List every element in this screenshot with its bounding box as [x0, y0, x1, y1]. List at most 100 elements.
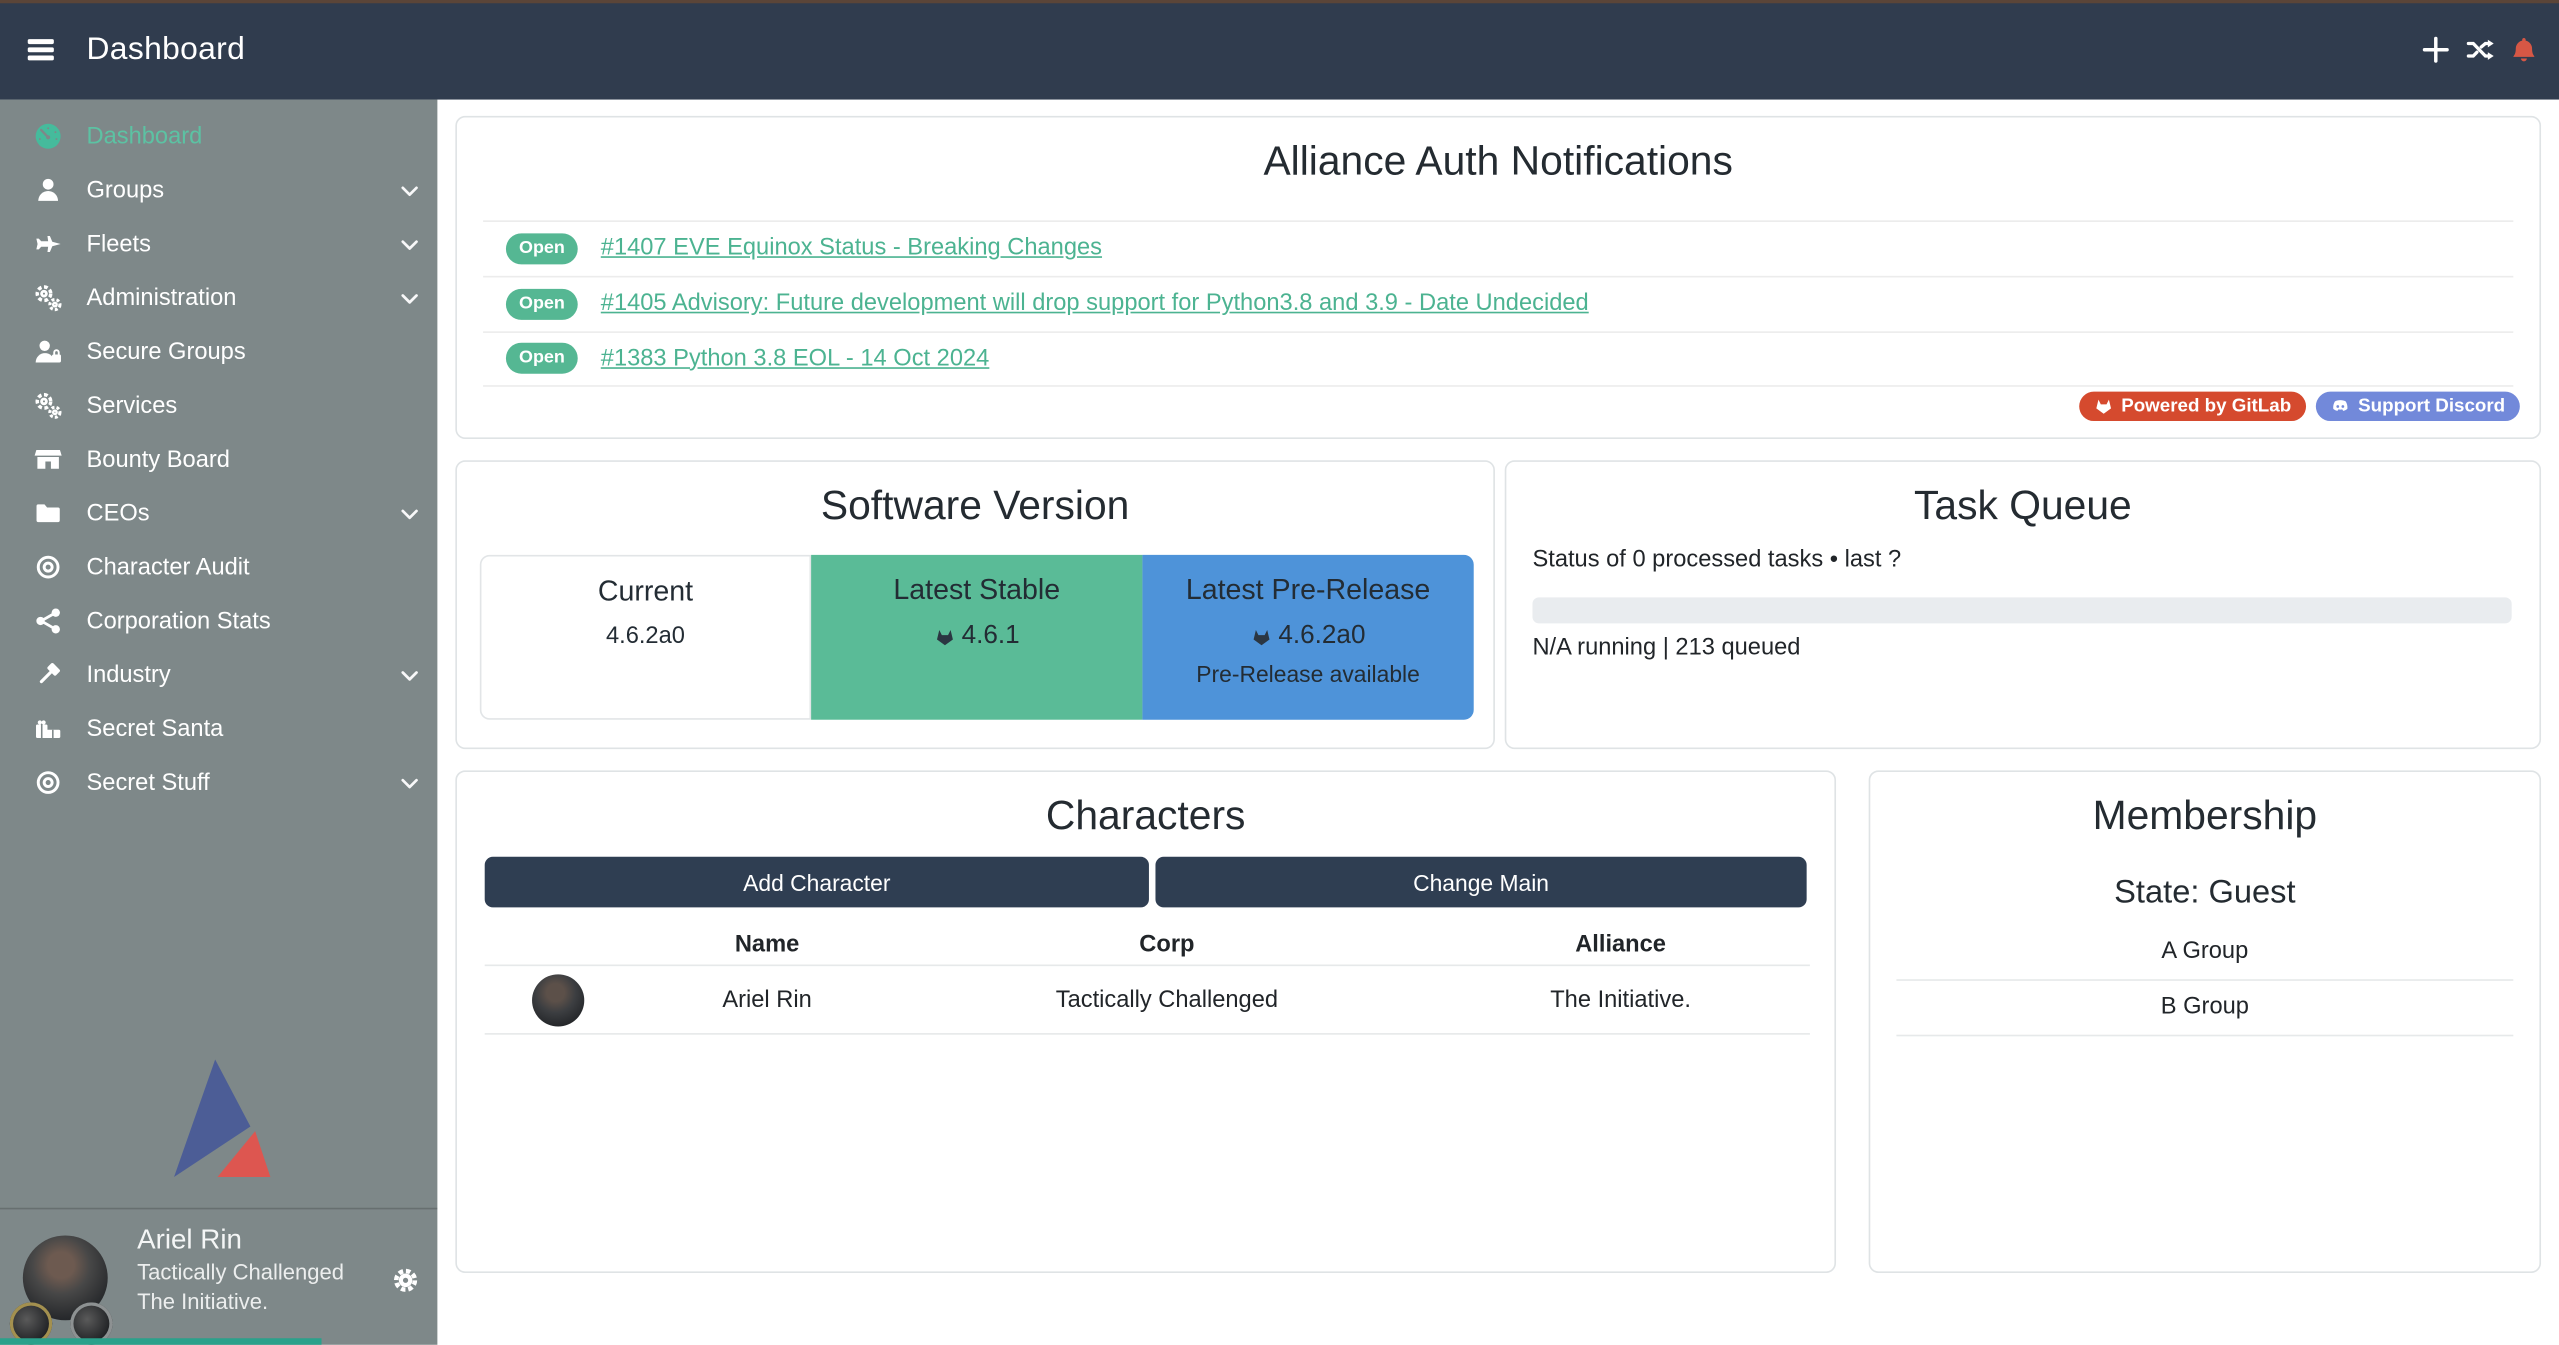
gears-icon	[34, 284, 62, 312]
sidebar-item-administration[interactable]: Administration	[0, 271, 437, 325]
task-queue-title: Task Queue	[1506, 481, 2539, 530]
notification-link[interactable]: #1405 Advisory: Future development will …	[601, 291, 1589, 317]
notifications-title: Alliance Auth Notifications	[457, 137, 2539, 186]
chevron-down-icon	[398, 286, 421, 309]
discord-icon	[2330, 397, 2350, 417]
chevron-down-icon	[398, 663, 421, 686]
sidebar-item-fleets[interactable]: Fleets	[0, 217, 437, 271]
sidebar-item-services[interactable]: Services	[0, 379, 437, 433]
version-group: Current 4.6.2a0 Latest Stable 4.6.1 Late…	[480, 555, 1474, 720]
list-item: A Group	[1896, 925, 2513, 980]
bell-icon[interactable]	[2510, 36, 2538, 64]
hammer-icon	[34, 661, 62, 689]
gear-icon[interactable]	[392, 1266, 420, 1294]
version-current-card: Current 4.6.2a0	[480, 555, 811, 720]
list-item: Open #1383 Python 3.8 EOL - 14 Oct 2024	[483, 331, 2513, 386]
sidebar-item-corporation-stats[interactable]: Corporation Stats	[0, 594, 437, 648]
version-label: Current	[481, 574, 809, 608]
version-stable-card: Latest Stable 4.6.1	[811, 555, 1142, 720]
character-portrait	[532, 973, 584, 1025]
membership-panel: Membership State: Guest A Group B Group	[1869, 770, 2541, 1273]
eye-icon	[34, 553, 62, 581]
sidebar-bottom-strip	[0, 1338, 322, 1345]
fighter-jet-icon	[34, 230, 62, 258]
characters-panel: Characters Add Character Change Main Nam…	[455, 770, 1836, 1273]
prerelease-note: Pre-Release available	[1142, 661, 1473, 687]
footer-badges: Powered by GitLab Support Discord	[2079, 392, 2520, 421]
sidebar-item-bounty-board[interactable]: Bounty Board	[0, 432, 437, 486]
sidebar-item-groups[interactable]: Groups	[0, 163, 437, 217]
header-alliance: Alliance	[1431, 931, 1810, 957]
top-edge-strip	[0, 0, 2559, 3]
sidebar: Dashboard Groups Fleets Administration S…	[0, 100, 437, 1345]
top-navbar: Dashboard	[0, 0, 2559, 100]
navbar-actions	[2422, 0, 2538, 100]
plus-icon[interactable]	[2422, 36, 2450, 64]
characters-title: Characters	[457, 792, 1834, 841]
task-status-line: Status of 0 processed tasks • last ?	[1532, 547, 1901, 573]
user-corp: Tactically Challenged	[137, 1260, 344, 1284]
user-panel: Ariel Rin Tactically Challenged The Init…	[0, 1208, 437, 1345]
sidebar-item-secure-groups[interactable]: Secure Groups	[0, 325, 437, 379]
version-value: 4.6.1	[811, 622, 1142, 651]
membership-title: Membership	[1870, 792, 2539, 841]
list-item: Open #1405 Advisory: Future development …	[483, 275, 2513, 330]
share-icon	[34, 607, 62, 635]
version-value: 4.6.2a0	[481, 623, 809, 649]
table-row: Ariel Rin Tactically Challenged The Init…	[485, 966, 1810, 1035]
sidebar-item-dashboard[interactable]: Dashboard	[0, 109, 437, 163]
task-queue-line: N/A running | 213 queued	[1532, 635, 1800, 661]
alliance-auth-logo	[160, 1058, 278, 1185]
gitlab-badge[interactable]: Powered by GitLab	[2079, 392, 2306, 421]
sidebar-item-ceos[interactable]: CEOs	[0, 486, 437, 540]
sidebar-nav: Dashboard Groups Fleets Administration S…	[0, 100, 437, 810]
gears-icon	[34, 392, 62, 420]
notifications-list: Open #1407 EVE Equinox Status - Breaking…	[483, 220, 2513, 386]
sidebar-item-character-audit[interactable]: Character Audit	[0, 540, 437, 594]
status-badge: Open	[506, 343, 578, 374]
main-content: Alliance Auth Notifications Open #1407 E…	[437, 100, 2559, 1345]
version-prerelease-card: Latest Pre-Release 4.6.2a0 Pre-Release a…	[1142, 555, 1473, 720]
list-item: B Group	[1896, 980, 2513, 1035]
characters-table: Name Corp Alliance Ariel Rin Tactically …	[485, 924, 1810, 1035]
change-main-button[interactable]: Change Main	[1155, 857, 1806, 908]
user-icon	[34, 176, 62, 204]
user-lock-icon	[34, 338, 62, 366]
shuffle-icon[interactable]	[2466, 36, 2494, 64]
notification-link[interactable]: #1407 EVE Equinox Status - Breaking Chan…	[601, 235, 1102, 261]
chevron-down-icon	[398, 233, 421, 256]
software-version-title: Software Version	[457, 481, 1493, 530]
table-header-row: Name Corp Alliance	[485, 924, 1810, 966]
gauge-icon	[34, 122, 62, 150]
chevron-down-icon	[398, 771, 421, 794]
notification-link[interactable]: #1383 Python 3.8 EOL - 14 Oct 2024	[601, 346, 990, 372]
cell-name: Ariel Rin	[632, 987, 903, 1013]
version-label: Latest Pre-Release	[1142, 573, 1473, 607]
cell-alliance: The Initiative.	[1431, 987, 1810, 1013]
version-value: 4.6.2a0	[1142, 622, 1473, 651]
user-alliance: The Initiative.	[137, 1289, 268, 1313]
chevron-down-icon	[398, 179, 421, 202]
sidebar-item-secret-stuff[interactable]: Secret Stuff	[0, 756, 437, 810]
gifts-icon	[34, 715, 62, 743]
discord-badge[interactable]: Support Discord	[2316, 392, 2520, 421]
page-title: Dashboard	[86, 31, 245, 69]
software-version-panel: Software Version Current 4.6.2a0 Latest …	[455, 460, 1495, 749]
sidebar-item-industry[interactable]: Industry	[0, 648, 437, 702]
sidebar-item-secret-santa[interactable]: Secret Santa	[0, 702, 437, 756]
gitlab-icon	[934, 626, 957, 647]
membership-state: State: Guest	[1870, 874, 2539, 912]
task-queue-panel: Task Queue Status of 0 processed tasks •…	[1505, 460, 2541, 749]
chevron-down-icon	[398, 502, 421, 525]
header-corp: Corp	[903, 931, 1432, 957]
list-item: Open #1407 EVE Equinox Status - Breaking…	[483, 220, 2513, 275]
status-badge: Open	[506, 288, 578, 319]
task-progress-bar	[1532, 597, 2511, 623]
cell-corp: Tactically Challenged	[903, 987, 1432, 1013]
gitlab-icon	[2093, 397, 2113, 417]
storefront-icon	[34, 446, 62, 474]
status-badge: Open	[506, 233, 578, 264]
menu-icon[interactable]	[28, 39, 54, 60]
folder-icon	[34, 499, 62, 527]
add-character-button[interactable]: Add Character	[485, 857, 1149, 908]
